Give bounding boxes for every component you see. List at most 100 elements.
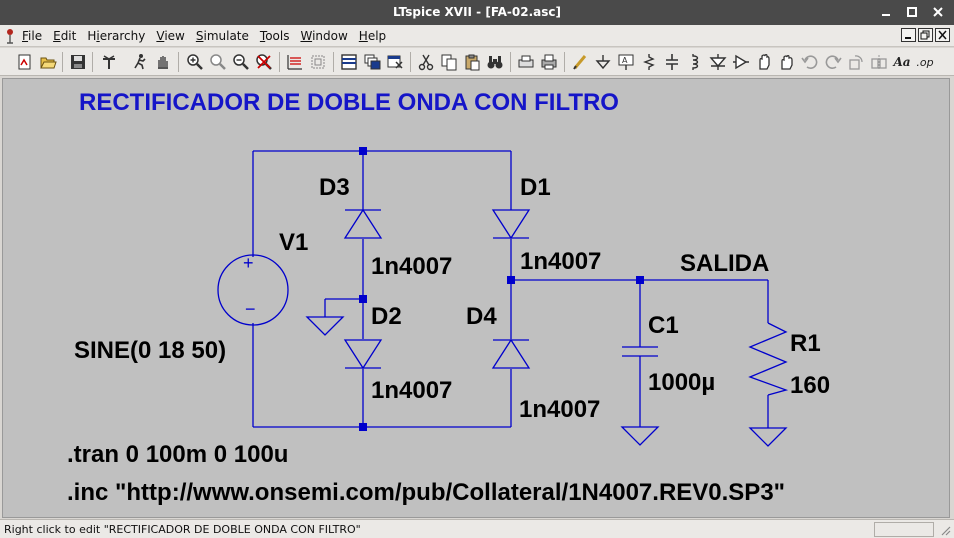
resistor-icon[interactable] <box>638 51 660 73</box>
c1-label[interactable]: C1 <box>648 312 679 340</box>
minimize-icon[interactable] <box>878 4 894 20</box>
d2-label[interactable]: D2 <box>371 303 402 331</box>
child-minimize-icon[interactable] <box>901 28 916 42</box>
spice-directive-icon[interactable]: .op <box>914 51 936 73</box>
r1-value[interactable]: 160 <box>790 372 830 400</box>
junction-dot[interactable] <box>507 276 515 284</box>
d3-label[interactable]: D3 <box>319 174 350 202</box>
d3-value[interactable]: 1n4007 <box>371 253 452 281</box>
run-icon[interactable] <box>129 51 151 73</box>
undo-icon[interactable] <box>799 51 821 73</box>
find-icon[interactable] <box>484 51 506 73</box>
directive-icon-label: .op <box>916 55 934 69</box>
tile-horizontal-icon[interactable] <box>338 51 360 73</box>
v1-minus-sign: − <box>245 299 256 319</box>
print-icon[interactable] <box>538 51 560 73</box>
schematic-canvas[interactable]: RECTIFICADOR DE DOBLE ONDA CON FILTRO V1… <box>2 78 950 518</box>
cascade-icon[interactable] <box>361 51 383 73</box>
menu-file[interactable]: File <box>22 29 42 43</box>
label-net-icon[interactable]: A <box>615 51 637 73</box>
schematic-title-text[interactable]: RECTIFICADOR DE DOBLE ONDA CON FILTRO <box>79 89 619 117</box>
junction-dot[interactable] <box>359 295 367 303</box>
rotate-icon[interactable] <box>845 51 867 73</box>
close-icon[interactable] <box>930 4 946 20</box>
mdi-controls <box>901 28 950 42</box>
ground-symbol[interactable] <box>305 316 345 336</box>
status-bar: Right click to edit "RECTIFICADOR DE DOB… <box>0 519 954 538</box>
text-icon[interactable]: Aa <box>891 51 913 73</box>
mirror-icon[interactable] <box>868 51 890 73</box>
status-pane <box>874 522 934 537</box>
new-schematic-icon[interactable] <box>14 51 36 73</box>
ground-icon[interactable] <box>592 51 614 73</box>
v1-plus-sign: + <box>243 253 254 273</box>
menu-help[interactable]: Help <box>359 29 386 43</box>
restore-icon[interactable] <box>904 4 920 20</box>
salida-net-label[interactable]: SALIDA <box>680 250 769 278</box>
pan-icon[interactable] <box>207 51 229 73</box>
control-panel-icon[interactable] <box>98 51 120 73</box>
d2-value[interactable]: 1n4007 <box>371 377 452 405</box>
junction-dot[interactable] <box>359 423 367 431</box>
d4-value[interactable]: 1n4007 <box>519 396 600 424</box>
junction-dot[interactable] <box>636 276 644 284</box>
v1-label[interactable]: V1 <box>279 229 308 257</box>
child-restore-icon[interactable] <box>918 28 933 42</box>
v1-value[interactable]: SINE(0 18 50) <box>74 337 226 365</box>
ground-symbol[interactable] <box>748 427 788 447</box>
window-title: LTspice XVII - [FA-02.asc] <box>393 5 561 19</box>
menu-window[interactable]: Window <box>300 29 347 43</box>
d4-label[interactable]: D4 <box>466 303 497 331</box>
d4-diode[interactable] <box>491 338 531 369</box>
ltspice-app-icon[interactable] <box>4 28 16 44</box>
r1-resistor[interactable] <box>748 322 789 396</box>
ground-symbol[interactable] <box>620 426 660 446</box>
menu-list: File Edit Hierarchy View Simulate Tools Window… <box>22 29 386 43</box>
status-message: Right click to edit "RECTIFICADOR DE DOB… <box>4 523 361 536</box>
copy-icon[interactable] <box>438 51 460 73</box>
zoom-out-icon[interactable] <box>230 51 252 73</box>
menu-bar: File Edit Hierarchy View Simulate Tools Window… <box>0 25 954 47</box>
d1-label[interactable]: D1 <box>520 174 551 202</box>
title-bar: LTspice XVII - [FA-02.asc] <box>0 0 954 25</box>
paste-icon[interactable] <box>461 51 483 73</box>
print-setup-icon[interactable] <box>515 51 537 73</box>
component-icon[interactable] <box>730 51 752 73</box>
diode-icon[interactable] <box>707 51 729 73</box>
menu-simulate[interactable]: Simulate <box>196 29 249 43</box>
junction-dot[interactable] <box>359 147 367 155</box>
zoom-in-icon[interactable] <box>184 51 206 73</box>
resize-grip-icon[interactable] <box>938 523 951 536</box>
d2-diode[interactable] <box>343 339 383 370</box>
tran-directive[interactable]: .tran 0 100m 0 100u <box>67 441 288 469</box>
cut-icon[interactable] <box>415 51 437 73</box>
inductor-icon[interactable] <box>684 51 706 73</box>
mark-unused-icon[interactable] <box>307 51 329 73</box>
toolbar: A Aa .op <box>0 48 954 76</box>
window-controls <box>878 4 946 20</box>
ltspice-window: LTspice XVII - [FA-02.asc] File Edit Hiera… <box>0 0 954 538</box>
d1-value[interactable]: 1n4007 <box>520 248 601 276</box>
menu-edit[interactable]: Edit <box>53 29 76 43</box>
save-icon[interactable] <box>67 51 89 73</box>
c1-value[interactable]: 1000µ <box>648 369 715 397</box>
r1-label[interactable]: R1 <box>790 330 821 358</box>
d1-diode[interactable] <box>491 209 531 240</box>
d3-diode[interactable] <box>343 208 383 239</box>
menu-tools[interactable]: Tools <box>260 29 290 43</box>
autorange-icon[interactable] <box>284 51 306 73</box>
draw-wire-icon[interactable] <box>569 51 591 73</box>
redo-icon[interactable] <box>822 51 844 73</box>
menu-hierarchy[interactable]: Hierarchy <box>87 29 145 43</box>
child-close-icon[interactable] <box>935 28 950 42</box>
close-window-icon[interactable] <box>384 51 406 73</box>
halt-icon[interactable] <box>152 51 174 73</box>
inc-directive[interactable]: .inc "http://www.onsemi.com/pub/Collater… <box>67 479 785 507</box>
capacitor-icon[interactable] <box>661 51 683 73</box>
zoom-fit-icon[interactable] <box>253 51 275 73</box>
menu-view[interactable]: View <box>156 29 184 43</box>
text-icon-label: Aa <box>893 55 911 69</box>
move-icon[interactable] <box>753 51 775 73</box>
open-icon[interactable] <box>37 51 59 73</box>
drag-icon[interactable] <box>776 51 798 73</box>
